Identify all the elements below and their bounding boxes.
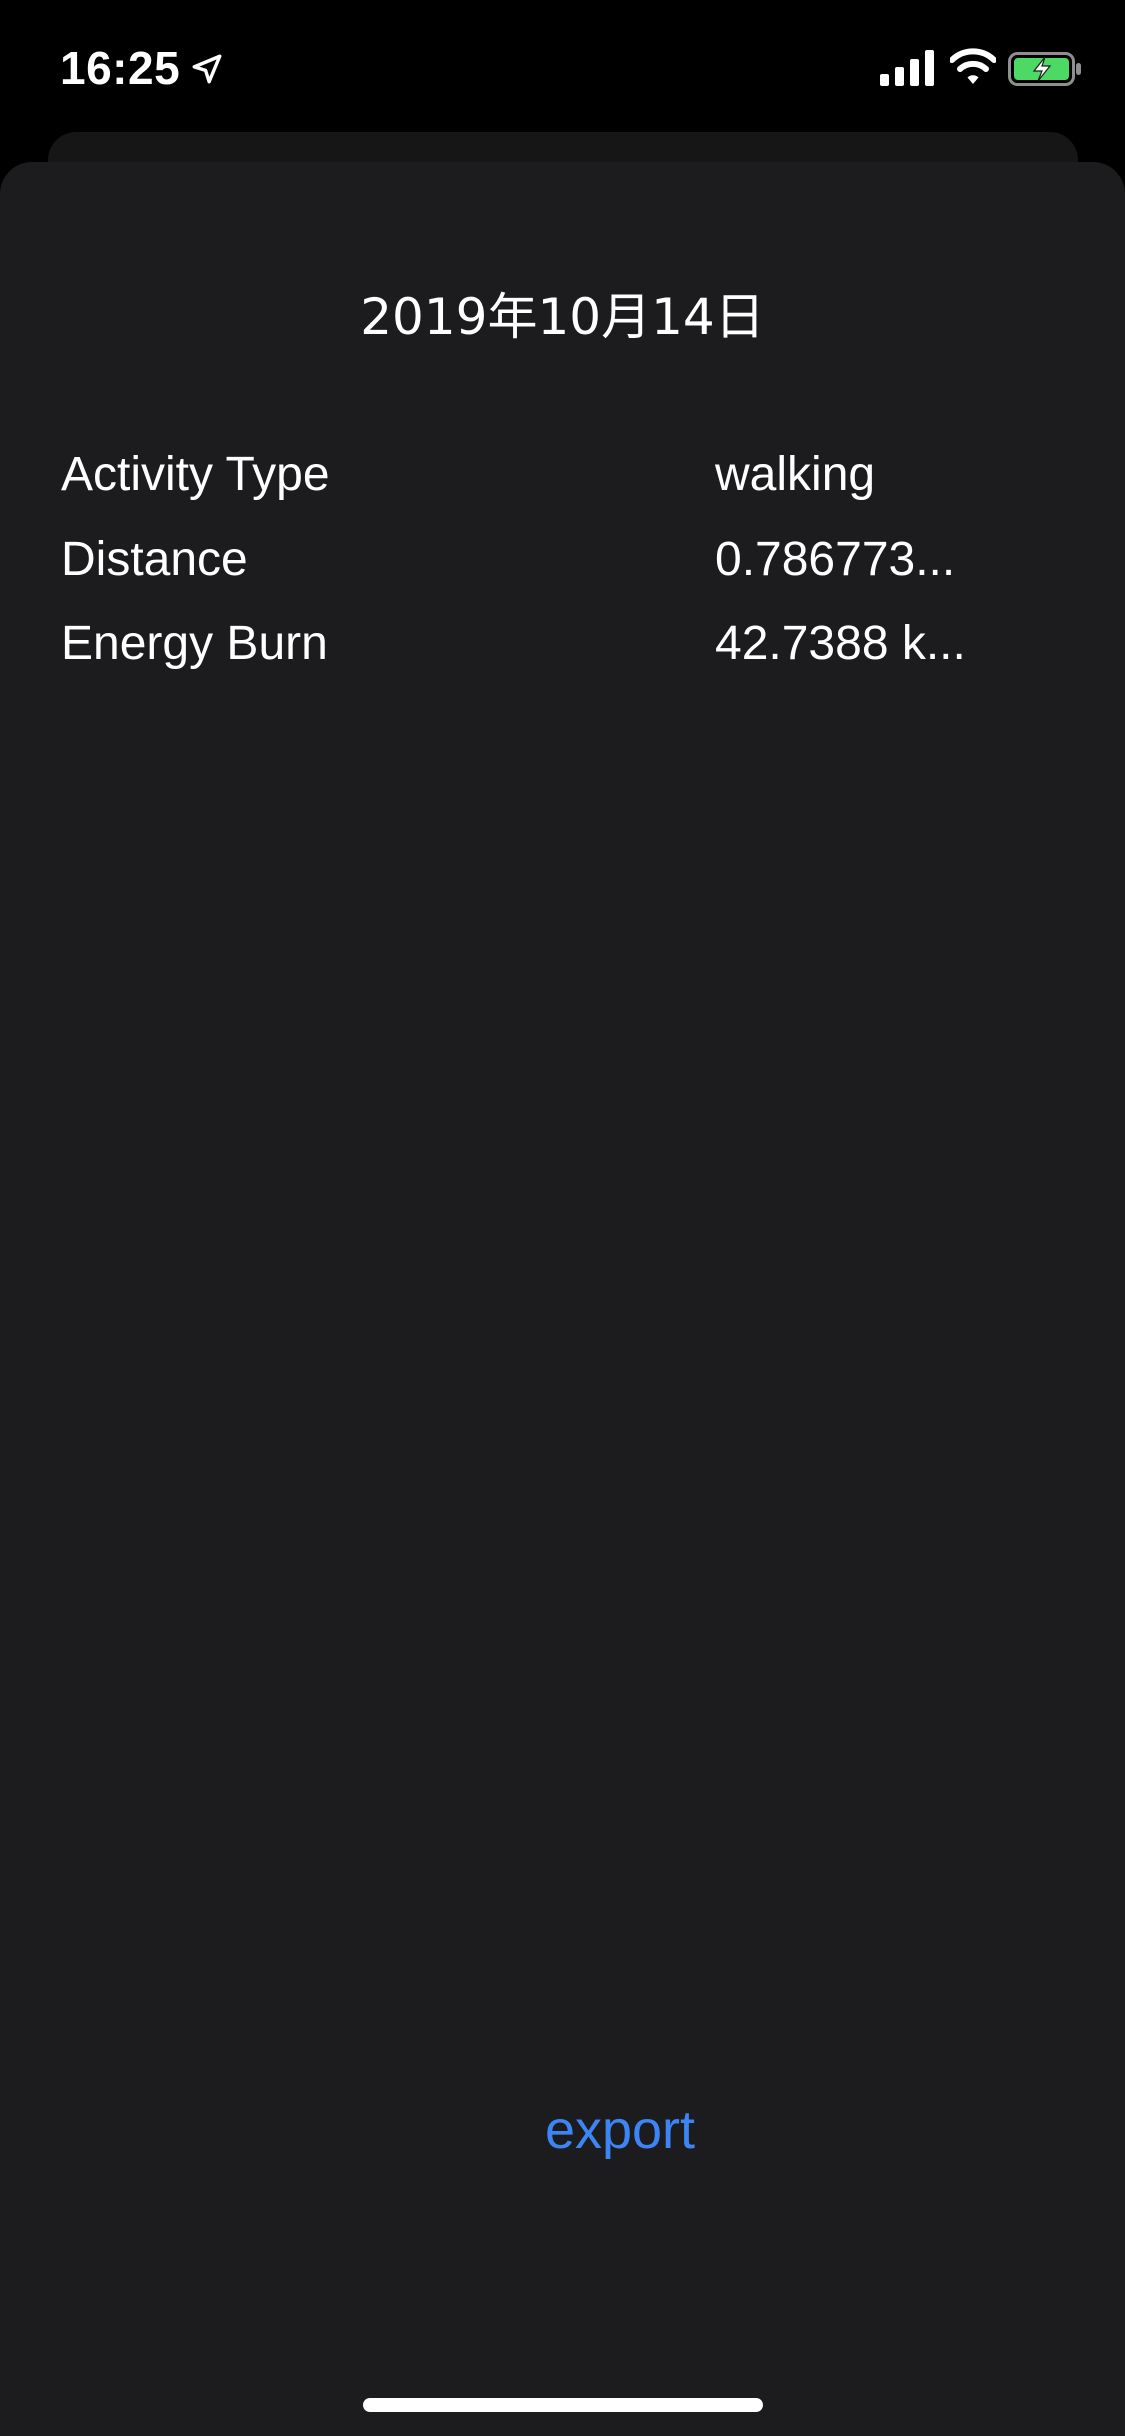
home-indicator[interactable] <box>363 2398 763 2412</box>
activity-type-value: walking <box>715 448 876 501</box>
energy-burn-value: 42.7388 k... <box>715 617 966 670</box>
wifi-icon <box>950 48 996 84</box>
location-arrow-icon <box>192 54 222 84</box>
detail-row-distance: Distance 0.786773... <box>0 525 1125 601</box>
distance-label: Distance <box>61 533 248 586</box>
detail-row-energy-burn: Energy Burn 42.7388 k... <box>0 609 1125 685</box>
status-bar: 16:25 <box>0 0 1125 130</box>
cellular-signal-icon <box>880 50 934 86</box>
battery-charging-icon <box>1008 52 1081 86</box>
date-title: 2019年10月14日 <box>360 288 765 346</box>
energy-burn-label: Energy Burn <box>61 617 328 670</box>
detail-row-activity-type: Activity Type walking <box>0 440 1125 516</box>
status-time: 16:25 <box>60 42 181 94</box>
activity-type-label: Activity Type <box>61 448 330 501</box>
export-button[interactable]: export <box>480 2090 760 2170</box>
distance-value: 0.786773... <box>715 533 956 586</box>
